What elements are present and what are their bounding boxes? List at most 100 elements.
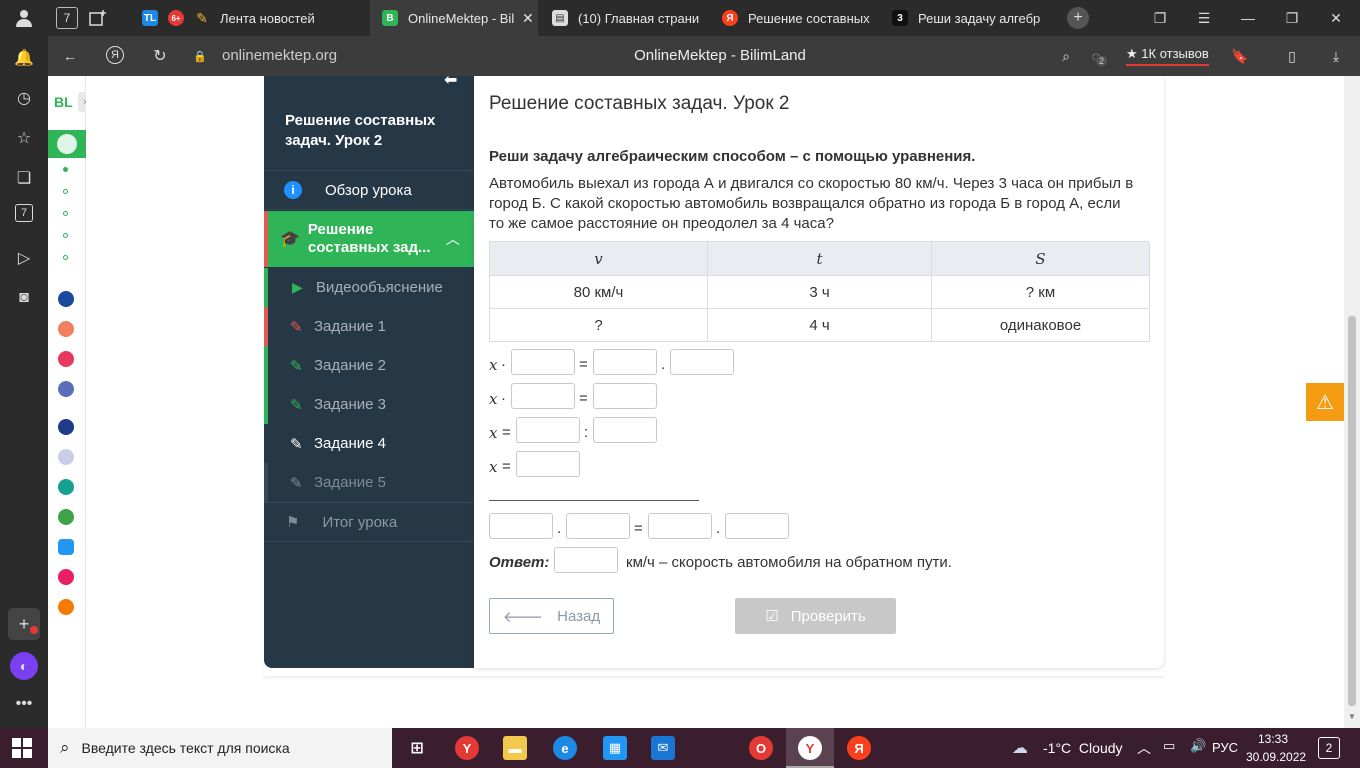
collapse-arrow-icon[interactable]: ⬅ [444, 70, 457, 90]
mail-icon[interactable]: ✉ [651, 736, 675, 760]
download-icon[interactable]: ⤓ [1326, 46, 1346, 66]
play-icon[interactable]: ▷ [12, 246, 36, 270]
edge-icon[interactable]: e [553, 736, 577, 760]
tab-onlinemektep[interactable]: B OnlineMektep - Bil ✕ [370, 0, 538, 36]
check-input[interactable] [566, 513, 630, 539]
app-icon[interactable] [58, 539, 74, 555]
weather-text[interactable]: -1°C Cloudy [1043, 740, 1123, 756]
tab-counter[interactable]: 7 [56, 7, 78, 29]
collections-icon[interactable] [88, 8, 108, 28]
answer-input[interactable] [516, 417, 580, 443]
menu-icon[interactable]: ☰ [1194, 8, 1214, 28]
section-current[interactable]: 🎓 Решение составных зад... ︿ [264, 211, 474, 267]
summary-link[interactable]: ⚑ Итог урока [264, 502, 474, 542]
bookmark-manager-icon[interactable]: ❐ [1150, 8, 1170, 28]
bell-icon[interactable]: 🔔 [12, 46, 36, 70]
store-icon[interactable]: ▦ [603, 736, 627, 760]
nav-video[interactable]: ▶ Видеообъяснение [264, 268, 474, 307]
yandex-browser-icon[interactable]: Y [455, 736, 479, 760]
collections-icon[interactable]: ❏ [12, 166, 36, 190]
app-icon[interactable] [58, 509, 74, 525]
overview-label: Обзор урока [325, 181, 412, 199]
yandex-icon[interactable]: Y [798, 736, 822, 760]
app-icon[interactable] [58, 479, 74, 495]
reading-list-icon[interactable]: ▯ [1282, 46, 1302, 66]
warning-icon[interactable]: ⚠ [1306, 383, 1344, 421]
check-input[interactable] [489, 513, 553, 539]
windows-start-icon[interactable] [12, 738, 32, 758]
var-x: x [489, 424, 498, 442]
app-icon[interactable] [58, 569, 74, 585]
reload-icon[interactable]: ↻ [150, 46, 170, 66]
tab-news[interactable]: TL 6+ ✎ Лента новостей [132, 0, 368, 36]
nav-task-4[interactable]: ✎ Задание 4 [264, 424, 474, 463]
search-icon[interactable]: ⌕ [1056, 46, 1076, 66]
language-indicator[interactable]: РУС [1212, 740, 1238, 755]
clock-time[interactable]: 13:33 [1258, 732, 1288, 746]
nav-task-2[interactable]: ✎ Задание 2 [264, 346, 474, 385]
yandex-app-icon[interactable]: Я [847, 736, 871, 760]
more-icon[interactable]: ••• [12, 692, 36, 716]
check-input[interactable] [648, 513, 712, 539]
taskbar-search[interactable]: ⌕ Введите здесь текст для поиска [48, 728, 392, 768]
restore-icon[interactable]: ❐ [1282, 8, 1302, 28]
app-icon[interactable] [57, 134, 77, 154]
answer-input[interactable] [516, 451, 580, 477]
overview-link[interactable]: i Обзор урока [264, 170, 474, 210]
answer-input[interactable] [511, 383, 575, 409]
add-panel-icon[interactable]: + [8, 608, 40, 640]
star-icon[interactable]: ☆ [12, 126, 36, 150]
network-icon[interactable]: ▭ [1163, 738, 1175, 754]
url-text[interactable]: onlinemektep.org [222, 47, 337, 64]
nav-task-1[interactable]: ✎ Задание 1 [264, 307, 474, 346]
alice-icon[interactable]: ◐ [10, 652, 38, 680]
check-input[interactable] [725, 513, 789, 539]
bilimland-logo[interactable]: BL [54, 94, 73, 110]
app-icon[interactable] [58, 291, 74, 307]
tab-yandex[interactable]: Я Решение составных [712, 0, 882, 36]
opera-icon[interactable]: O [749, 736, 773, 760]
chevron-up-icon[interactable]: ︿ [446, 229, 460, 249]
search-placeholder: Введите здесь текст для поиска [81, 740, 290, 756]
app-icon[interactable] [58, 599, 74, 615]
minimize-icon[interactable]: — [1238, 8, 1258, 28]
answer-input[interactable] [593, 417, 657, 443]
bookmark-icon[interactable]: 🔖 [1230, 46, 1250, 66]
notifications-icon[interactable]: 2 [1318, 737, 1340, 759]
seven-icon[interactable]: 7 [15, 204, 33, 222]
lesson-title: Решение составных задач. Урок 2 [285, 112, 436, 149]
file-explorer-icon[interactable]: ▬ [503, 736, 527, 760]
answer-input[interactable] [593, 383, 657, 409]
back-icon[interactable]: ← [60, 46, 80, 66]
chevron-up-icon[interactable]: ︿ [1137, 738, 1151, 758]
history-icon[interactable]: ◷ [12, 86, 36, 110]
app-icon[interactable] [58, 449, 74, 465]
smart-app-icon[interactable] [58, 419, 74, 435]
profile-icon[interactable] [14, 8, 34, 28]
task-view-icon[interactable]: ⊞ [405, 736, 429, 760]
answer-input[interactable] [593, 349, 657, 375]
close-window-icon[interactable]: ✕ [1326, 8, 1346, 28]
scrollbar[interactable]: ▼ [1344, 76, 1360, 728]
answer-input[interactable] [670, 349, 734, 375]
yandex-icon[interactable]: Я [106, 46, 124, 64]
check-button[interactable]: ☑ Проверить [735, 598, 896, 634]
new-tab-icon[interactable]: + [1067, 7, 1089, 29]
app-icon[interactable] [58, 321, 74, 337]
scroll-down-icon[interactable]: ▼ [1348, 712, 1356, 721]
tab-algebra[interactable]: 3 Реши задачу алгебр [884, 0, 1054, 36]
answer-input[interactable] [554, 547, 618, 573]
close-tab-icon[interactable]: ✕ [522, 10, 534, 27]
nav-task-5[interactable]: ✎ Задание 5 [264, 463, 474, 502]
app-icon[interactable] [58, 351, 74, 367]
reviews-button[interactable]: ★ 1К отзывов [1126, 46, 1209, 66]
back-button[interactable]: 🡐 Назад [489, 598, 614, 634]
scrollbar-thumb[interactable] [1348, 316, 1356, 706]
volume-icon[interactable]: 🔊 [1190, 738, 1206, 754]
nav-task-3[interactable]: ✎ Задание 3 [264, 385, 474, 424]
clock-date[interactable]: 30.09.2022 [1246, 750, 1306, 764]
app-icon[interactable] [58, 381, 74, 397]
answer-input[interactable] [511, 349, 575, 375]
camera-icon[interactable]: ◙ [12, 286, 36, 310]
tab-main-page[interactable]: ▤ (10) Главная страни [540, 0, 710, 36]
